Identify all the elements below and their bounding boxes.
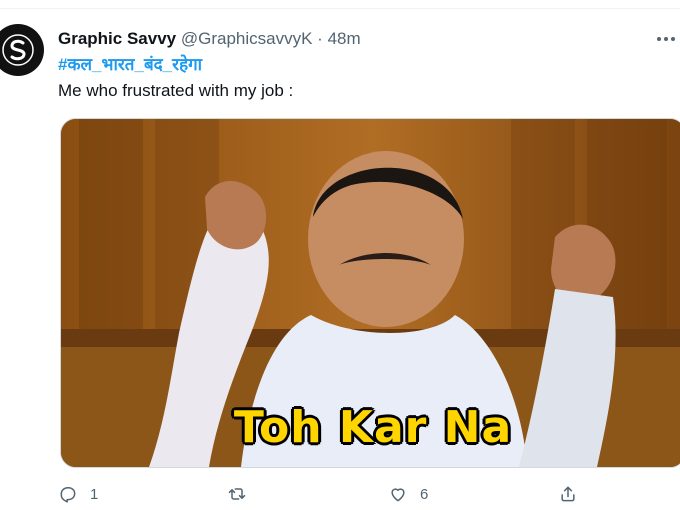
tweet-header: Graphic Savvy @GraphicsavvyK · 48m bbox=[58, 29, 361, 49]
user-handle[interactable]: @GraphicsavvyK bbox=[181, 29, 313, 48]
like-icon bbox=[391, 488, 405, 502]
top-divider bbox=[0, 0, 680, 9]
tweet-text: Me who frustrated with my job : bbox=[58, 81, 294, 100]
more-dot bbox=[664, 37, 668, 41]
like-button[interactable]: 6 bbox=[388, 484, 428, 504]
retweet-icon bbox=[228, 488, 246, 500]
reply-icon bbox=[60, 487, 76, 503]
avatar[interactable] bbox=[0, 24, 44, 76]
tweet-media[interactable]: Toh Kar Na bbox=[60, 118, 680, 468]
reply-button[interactable]: 1 bbox=[58, 484, 98, 504]
more-icon[interactable] bbox=[652, 28, 680, 50]
separator-dot: · bbox=[317, 29, 323, 48]
display-name[interactable]: Graphic Savvy bbox=[58, 29, 176, 48]
share-button[interactable] bbox=[558, 484, 590, 504]
retweet-button[interactable] bbox=[226, 484, 260, 504]
reply-count: 1 bbox=[90, 485, 99, 503]
meme-caption: Toh Kar Na bbox=[233, 402, 513, 453]
tweet-actions: 1 6 bbox=[58, 484, 678, 508]
avatar-logo-icon bbox=[2, 34, 34, 66]
tweet-time[interactable]: 48m bbox=[328, 29, 361, 48]
hashtag-link[interactable]: #कल_भारत_बंद_रहेगा bbox=[58, 54, 202, 76]
like-count: 6 bbox=[420, 485, 429, 503]
share-icon bbox=[561, 486, 575, 502]
more-dot bbox=[657, 37, 661, 41]
more-dot bbox=[671, 37, 675, 41]
